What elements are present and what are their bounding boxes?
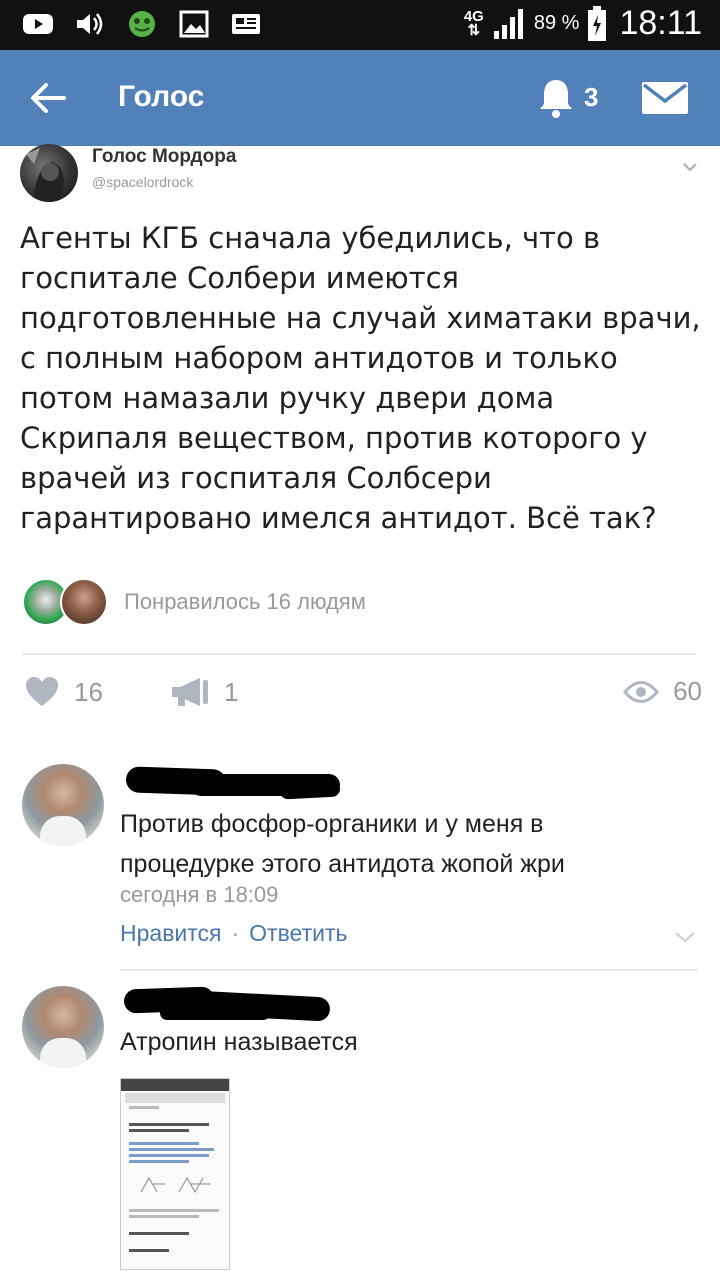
- youtube-icon: [23, 14, 53, 34]
- messages-mail-icon[interactable]: [640, 78, 690, 118]
- liker-avatar[interactable]: [60, 578, 108, 626]
- views-counter: 60: [623, 676, 702, 707]
- clock: 18:11: [619, 4, 702, 42]
- megaphone-icon: [172, 678, 208, 706]
- commenter-avatar[interactable]: [22, 986, 104, 1068]
- page-title: Голос: [118, 80, 205, 113]
- gallery-icon: [179, 10, 209, 38]
- share-count: 1: [224, 676, 239, 707]
- author-avatar[interactable]: [20, 144, 78, 202]
- heart-icon: [26, 677, 58, 706]
- post-author-handle: @spacelordrock: [92, 174, 194, 190]
- comment-item: Против фосфор-органики и у меня в процед…: [22, 764, 698, 964]
- app-notification-icon: [129, 11, 155, 37]
- comment-time: сегодня в 18:09: [120, 882, 279, 907]
- views-count: 60: [673, 676, 702, 706]
- notifications-bell-icon[interactable]: [532, 74, 580, 122]
- commenter-avatar[interactable]: [22, 764, 104, 846]
- news-icon: [232, 14, 260, 34]
- status-bar: 4G ⇅ 89 % 18:11: [0, 0, 720, 50]
- back-arrow-icon[interactable]: [24, 74, 72, 122]
- post-author-name[interactable]: Голос Мордора: [92, 146, 236, 168]
- attached-screenshot-thumbnail[interactable]: [120, 1078, 230, 1270]
- comment-like-link[interactable]: Нравится: [120, 920, 222, 947]
- divider: [120, 969, 698, 971]
- liked-by-row[interactable]: Понравилось 16 людям: [22, 574, 702, 630]
- share-button[interactable]: 1: [170, 676, 238, 708]
- app-header: Голос 3: [0, 50, 720, 146]
- eye-icon: [623, 680, 660, 703]
- likes-summary[interactable]: Понравилось 16 людям: [124, 589, 366, 615]
- post-text: Агенты КГБ сначала убедились, что в госп…: [20, 221, 701, 535]
- network-type: 4G ⇅: [463, 7, 484, 39]
- notifications-count[interactable]: 3: [584, 82, 598, 113]
- volume-icon: [77, 13, 103, 35]
- comment-reply-link[interactable]: Ответить: [249, 920, 347, 947]
- like-count: 16: [74, 676, 103, 707]
- battery-percent: 89 %: [533, 12, 580, 34]
- separator-dot: ·: [231, 920, 240, 946]
- post-actions: 16 1 60: [22, 676, 702, 720]
- divider: [22, 653, 696, 655]
- like-button[interactable]: 16: [24, 676, 103, 708]
- signal-icon: [493, 8, 523, 39]
- chevron-down-icon[interactable]: [680, 160, 700, 174]
- post-header: Голос Мордора @spacelordrock: [20, 144, 700, 204]
- comment-text: Атропин называется: [120, 1028, 358, 1056]
- chemical-structure-image: [140, 1176, 211, 1194]
- battery-icon: [588, 5, 607, 41]
- comment-text: Против фосфор-органики и у меня в процед…: [120, 810, 565, 878]
- comment-item: Атропин называется: [22, 986, 698, 1068]
- chevron-down-icon[interactable]: [672, 930, 698, 944]
